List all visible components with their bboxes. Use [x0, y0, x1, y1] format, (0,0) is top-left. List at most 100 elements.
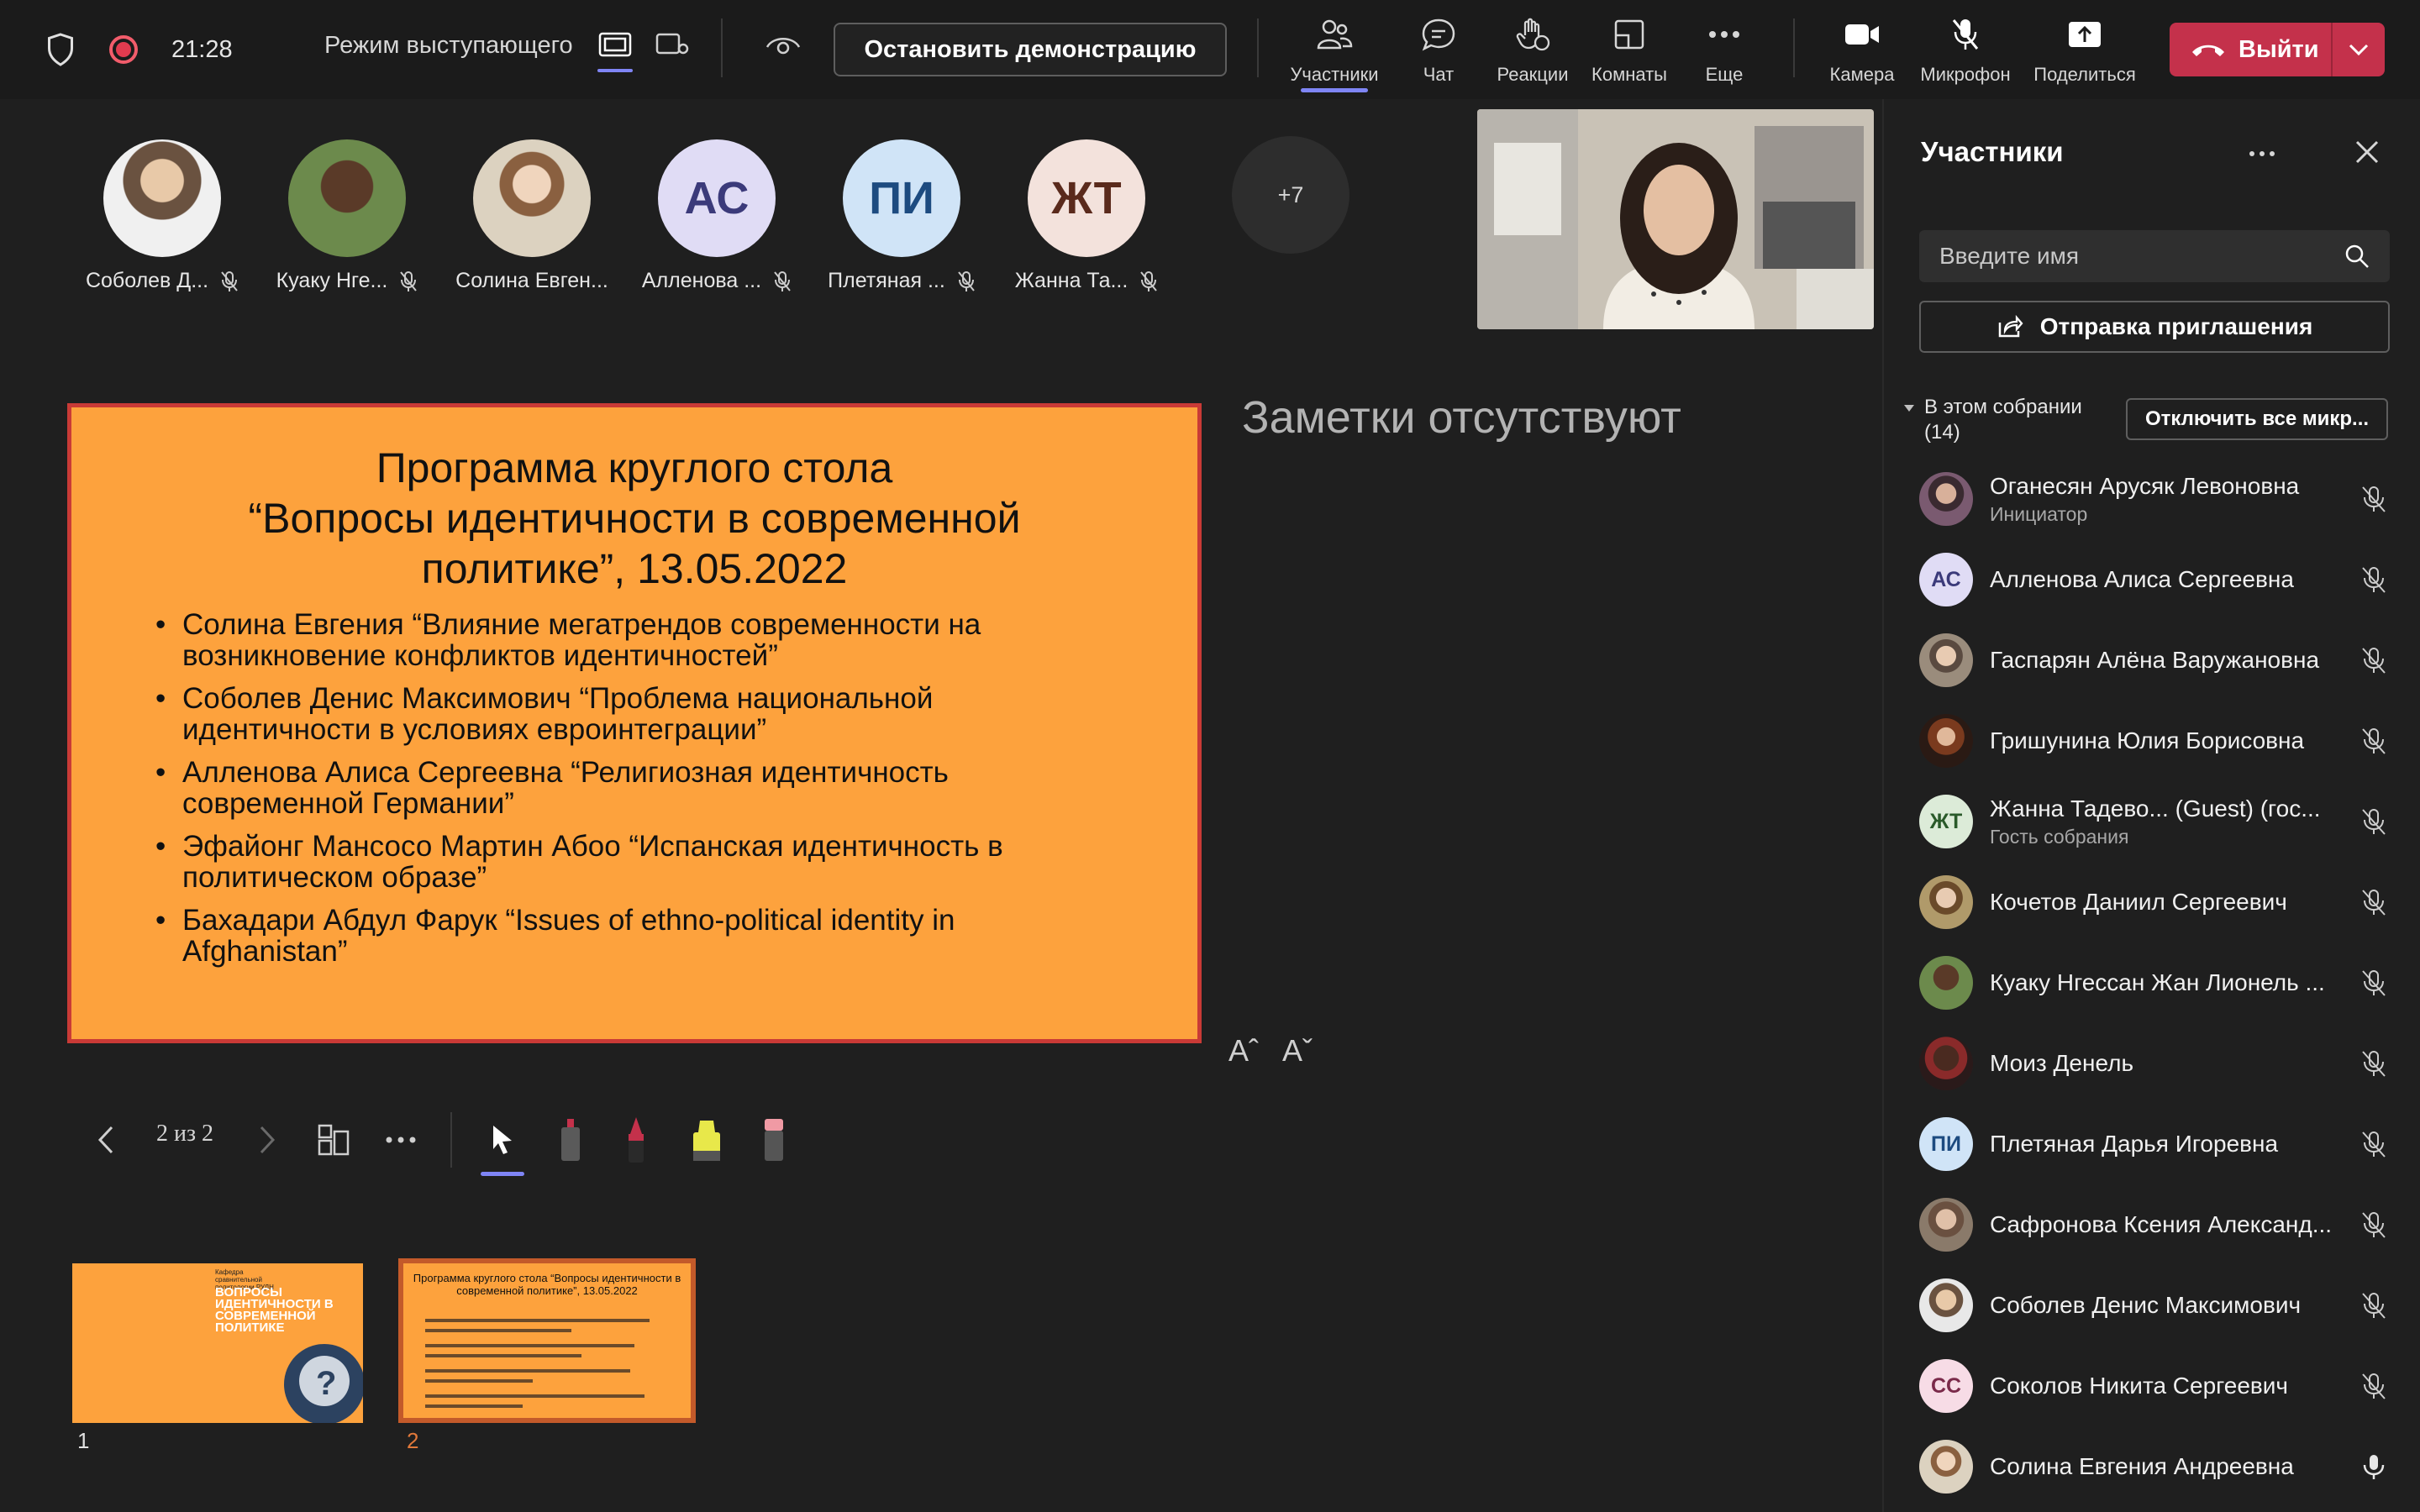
- list-item[interactable]: Куаку Нгессан Жан Лионель ...: [1919, 942, 2390, 1023]
- leave-main[interactable]: Выйти: [2170, 23, 2331, 76]
- presenter-mode-standout-button[interactable]: [594, 27, 636, 72]
- participant-name: Солина Евген...: [455, 269, 608, 292]
- slide-thumbnail[interactable]: Кафедра сравнительной политологии РУДН В…: [72, 1263, 363, 1423]
- chat-label: Чат: [1423, 64, 1455, 85]
- participant-name: Соболев Д...: [85, 269, 209, 292]
- avatar: АС: [1919, 553, 1973, 606]
- participant-name: Куаку Нге...: [276, 269, 388, 292]
- list-item[interactable]: АС Алленова Алиса Сергеевна: [1919, 539, 2390, 620]
- participant-name: Жанна Та...: [1014, 269, 1128, 292]
- participant-name: Жанна Тадево... (Guest) (гос...: [1990, 795, 2321, 822]
- send-invite-button[interactable]: Отправка приглашения: [1919, 301, 2390, 353]
- list-item[interactable]: Гришунина Юлия Борисовна: [1919, 701, 2390, 781]
- laser-pointer-button[interactable]: [550, 1109, 592, 1171]
- chat-button[interactable]: Чат: [1405, 15, 1472, 86]
- rooms-button[interactable]: Комнаты: [1586, 15, 1672, 86]
- list-item[interactable]: ЖТ Жанна Тадево... (Guest) (гос... Гость …: [1919, 781, 2390, 862]
- participant-tile[interactable]: ПИ Плетяная ...: [813, 139, 990, 293]
- eye-icon[interactable]: [765, 32, 802, 57]
- eraser-button[interactable]: [753, 1109, 795, 1171]
- list-item[interactable]: Оганесян Арусяк Левоновна Инициатор: [1919, 459, 2390, 539]
- mic-off-icon[interactable]: [2360, 485, 2388, 513]
- participant-tile[interactable]: Солина Евген...: [444, 139, 620, 293]
- side-by-side-icon: [655, 33, 689, 55]
- leave-options-button[interactable]: [2333, 44, 2385, 55]
- thumbnail-title: Программа круглого стола “Вопросы иденти…: [413, 1272, 681, 1297]
- participants-button[interactable]: Участники: [1284, 15, 1385, 92]
- list-item[interactable]: СС Соколов Никита Сергеевич: [1919, 1346, 2390, 1426]
- panel-title: Участники: [1921, 136, 2064, 167]
- highlighter-button[interactable]: [684, 1109, 729, 1171]
- chat-icon: [1422, 18, 1455, 51]
- previous-slide-button[interactable]: [87, 1109, 124, 1171]
- mic-off-icon[interactable]: [2360, 807, 2388, 836]
- slide-more-button[interactable]: [378, 1109, 424, 1171]
- more-actions-button[interactable]: Еще: [1691, 15, 1758, 86]
- leave-meeting-button[interactable]: Выйти: [2170, 23, 2385, 76]
- in-meeting-section-toggle[interactable]: В этом собрании (14): [1902, 395, 2118, 445]
- participant-role: Гость собрания: [1990, 825, 2129, 848]
- avatar: ПИ: [1919, 1117, 1973, 1171]
- avatar: [1919, 1278, 1973, 1332]
- slide-thumbnail-selected[interactable]: Программа круглого стола “Вопросы иденти…: [398, 1258, 696, 1423]
- stop-presenting-button[interactable]: Остановить демонстрацию: [834, 23, 1227, 76]
- presenter-mode-sidebyside-button[interactable]: [651, 27, 693, 62]
- search-input[interactable]: Введите имя: [1919, 230, 2390, 282]
- more-label: Еще: [1705, 64, 1744, 85]
- close-icon[interactable]: [2353, 138, 2381, 166]
- camera-button[interactable]: Камера: [1823, 15, 1901, 86]
- participant-tile[interactable]: Куаку Нге...: [259, 139, 435, 293]
- participant-name: Сафронова Ксения Александ...: [1990, 1211, 2333, 1237]
- mic-off-icon[interactable]: [2360, 565, 2388, 594]
- more-icon: [2249, 151, 2275, 156]
- increase-font-button[interactable]: Aˆ: [1228, 1033, 1259, 1068]
- mute-all-button[interactable]: Отключить все микр...: [2126, 398, 2388, 440]
- list-item[interactable]: Моиз Денель: [1919, 1023, 2390, 1104]
- participant-name: Кочетов Даниил Сергеевич: [1990, 889, 2287, 915]
- more-participants-button[interactable]: +7: [1232, 136, 1349, 254]
- participant-name: Гаспарян Алёна Варужановна: [1990, 647, 2320, 673]
- thumbnail-title: ВОПРОСЫ ИДЕНТИЧНОСТИ В СОВРЕМЕННОЙ ПОЛИТ…: [215, 1285, 334, 1335]
- list-item[interactable]: Сафронова Ксения Александ...: [1919, 1184, 2390, 1265]
- mic-off-icon[interactable]: [2360, 1130, 2388, 1158]
- avatar: [1919, 956, 1973, 1010]
- slide-grid-button[interactable]: [313, 1109, 355, 1171]
- pointer-icon: [493, 1126, 512, 1154]
- mic-off-icon: [1952, 19, 1979, 50]
- mic-off-icon[interactable]: [2360, 646, 2388, 675]
- share-button[interactable]: Поделиться: [2028, 15, 2141, 86]
- participant-tile[interactable]: ЖТ Жанна Та...: [998, 139, 1175, 293]
- participant-tile[interactable]: Соболев Д...: [74, 139, 250, 293]
- list-item[interactable]: Кочетов Даниил Сергеевич: [1919, 862, 2390, 942]
- mic-on-icon[interactable]: [2360, 1452, 2388, 1481]
- next-slide-button[interactable]: [249, 1109, 286, 1171]
- pen-red-button[interactable]: [615, 1109, 657, 1171]
- in-meeting-label: В этом собрании (14): [1924, 396, 2082, 444]
- list-item[interactable]: Гаспарян Алёна Варужановна: [1919, 620, 2390, 701]
- panel-more-button[interactable]: [2249, 133, 2275, 165]
- list-item[interactable]: Солина Евгения Андреевна: [1919, 1426, 2390, 1507]
- mic-off-icon[interactable]: [2360, 888, 2388, 916]
- pointer-tool-button[interactable]: [472, 1109, 533, 1176]
- participant-tile[interactable]: АС Алленова ...: [629, 139, 805, 293]
- mic-off-icon[interactable]: [2360, 1049, 2388, 1078]
- mic-off-icon[interactable]: [2360, 1291, 2388, 1320]
- standout-icon: [598, 32, 632, 57]
- list-item[interactable]: ПИ Плетяная Дарья Игоревна: [1919, 1104, 2390, 1184]
- mic-off-icon[interactable]: [2360, 969, 2388, 997]
- participant-name: Алленова Алиса Сергеевна: [1990, 566, 2294, 592]
- slide-bullet: Бахадари Абдул Фарук “Issues of ethno-po…: [155, 905, 1122, 967]
- slide-page-indicator: 2 из 2: [156, 1121, 214, 1147]
- shield-icon[interactable]: [45, 32, 76, 67]
- mic-off-icon: [1140, 270, 1158, 291]
- avatar: СС: [1919, 1359, 1973, 1413]
- list-item[interactable]: Соболев Денис Максимович: [1919, 1265, 2390, 1346]
- reactions-button[interactable]: Реакции: [1489, 15, 1576, 86]
- mic-off-icon[interactable]: [2360, 727, 2388, 755]
- mic-off-icon[interactable]: [2360, 1372, 2388, 1400]
- mic-off-icon[interactable]: [2360, 1210, 2388, 1239]
- reactions-icon: [1516, 18, 1550, 51]
- microphone-button[interactable]: Микрофон: [1916, 15, 2015, 86]
- decrease-font-button[interactable]: Aˇ: [1282, 1033, 1313, 1068]
- participant-name: Соколов Никита Сергеевич: [1990, 1373, 2289, 1399]
